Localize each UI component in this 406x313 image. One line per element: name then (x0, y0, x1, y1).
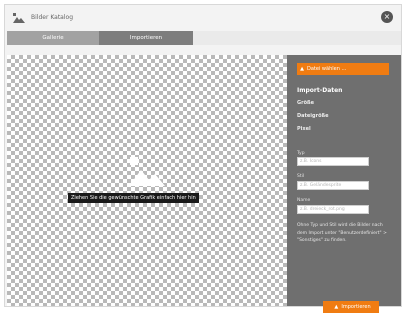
import-data-title: Import-Daten (297, 87, 343, 94)
name-input[interactable]: z.B. dreieck_rot.png (297, 205, 369, 214)
tab-bar: Gallerie Importieren (7, 31, 401, 45)
images-icon (13, 13, 25, 23)
type-label: Typ (297, 151, 305, 156)
close-button[interactable]: × (381, 11, 393, 23)
drop-hint: Ziehen Sie die gewünschte Grafik einfach… (68, 193, 199, 203)
style-label: Stil (297, 174, 305, 179)
import-label: Importieren (341, 304, 371, 310)
titlebar: Bilder Katalog × (5, 5, 401, 31)
choose-file-label: Datei wählen ... (307, 66, 347, 72)
tab-bar-filler (193, 31, 401, 45)
image-icon (129, 157, 165, 186)
pixel-label: Pixel (297, 126, 311, 132)
type-input[interactable]: z.B. Icons (297, 157, 369, 166)
file-size-label: Dateigröße (297, 113, 329, 119)
import-panel: ▲ Datei wählen ... Import-Daten Größe Dat… (287, 55, 401, 313)
size-label: Größe (297, 100, 314, 106)
window-title: Bilder Katalog (31, 14, 74, 21)
image-catalog-window: Bilder Katalog × Gallerie Importieren Zi… (4, 4, 402, 313)
tab-gallery[interactable]: Gallerie (7, 31, 99, 45)
upload-icon: ▲ (300, 66, 304, 72)
choose-file-button[interactable]: ▲ Datei wählen ... (297, 63, 389, 75)
drop-zone[interactable]: Ziehen Sie die gewünschte Grafik einfach… (7, 55, 287, 306)
close-icon: × (383, 12, 391, 21)
style-input[interactable]: z.B. Geländesprite (297, 181, 369, 190)
tab-import[interactable]: Importieren (99, 31, 193, 45)
import-hint: Ohne Typ und Stil wird die Bilder nach d… (297, 223, 387, 243)
name-label: Name (297, 198, 311, 203)
import-button[interactable]: ▲ Importieren (323, 301, 379, 313)
upload-icon: ▲ (334, 304, 339, 310)
